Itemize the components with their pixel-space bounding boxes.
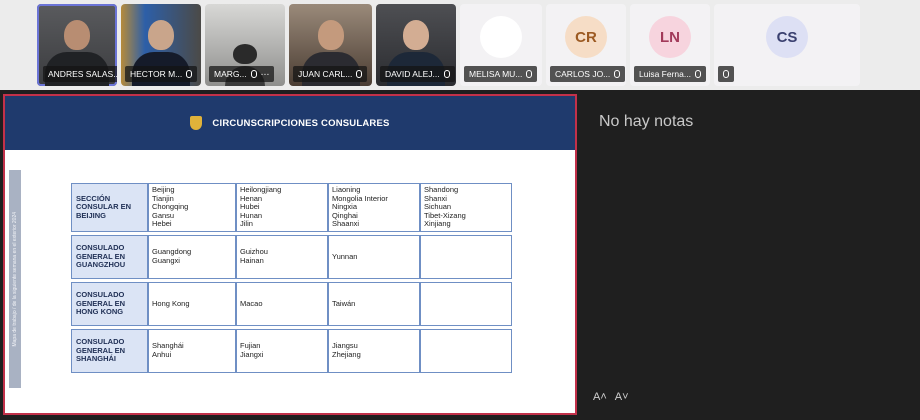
row-label: SECCIÓN CONSULAR EN BEIJING xyxy=(71,183,148,232)
mic-muted-icon xyxy=(526,70,533,78)
row-label: CONSULADO GENERAL EN SHANGHÁI xyxy=(71,328,148,373)
mic-muted-icon xyxy=(356,70,363,78)
table-cell: Shandong Shanxi Sichuan Tibet-Xizang Xin… xyxy=(420,183,512,232)
table-row: CONSULADO GENERAL EN SHANGHÁI Shanghái A… xyxy=(71,328,512,373)
table-row: SECCIÓN CONSULAR EN BEIJING Beijing Tian… xyxy=(71,183,512,232)
table-cell: Liaoning Mongolia Interior Ningxia Qingh… xyxy=(328,183,420,232)
avatar-initials: CS xyxy=(776,28,798,46)
font-size-controls: A˄ A˅ xyxy=(593,391,629,403)
table-cell: Beijing Tianjin Chongqing Gansu Hebei xyxy=(148,183,236,232)
participant-name: Luisa Ferna... xyxy=(639,69,691,79)
participant-tile[interactable]: MARG... ⋯ xyxy=(205,4,285,86)
avatar-initials: CR xyxy=(575,28,597,46)
table-cell: Yunnan xyxy=(328,234,420,279)
slide-side-tab: Mapa de trabajo / de la siguiente semana… xyxy=(9,170,21,388)
mic-muted-icon xyxy=(694,70,701,78)
mic-muted-icon xyxy=(250,70,257,78)
notes-empty-message: No hay notas xyxy=(599,113,694,130)
table-cell: Heilongjiang Henan Hubei Hunan Jilin xyxy=(236,183,328,232)
row-label: CONSULADO GENERAL EN GUANGZHOU xyxy=(71,234,148,279)
participant-tile[interactable]: CR CARLOS JO... xyxy=(546,4,626,86)
table-row: CONSULADO GENERAL EN HONG KONG Hong Kong… xyxy=(71,281,512,326)
mic-muted-icon xyxy=(723,70,729,78)
avatar xyxy=(480,16,522,58)
avatar: LN xyxy=(649,16,691,58)
participant-name: ANDRES SALAS... xyxy=(48,69,117,79)
consular-table: SECCIÓN CONSULAR EN BEIJING Beijing Tian… xyxy=(71,180,512,376)
table-cell: Shanghái Anhui xyxy=(148,328,236,373)
mic-muted-icon xyxy=(443,70,450,78)
participant-name: JUAN CARL... xyxy=(298,69,353,79)
table-cell xyxy=(420,328,512,373)
table-cell: Taiwán xyxy=(328,281,420,326)
table-cell: Guizhou Hainan xyxy=(236,234,328,279)
participant-name: MARG... xyxy=(214,69,247,79)
participant-tile[interactable]: MELISA MU... xyxy=(460,4,542,86)
decrease-font-button[interactable]: A˄ xyxy=(593,391,607,403)
more-icon[interactable]: ⋯ xyxy=(261,66,270,82)
participant-name: DAVID ALEJ... xyxy=(385,69,440,79)
table-cell: Hong Kong xyxy=(148,281,236,326)
participant-tile[interactable]: CS xyxy=(714,4,860,86)
coat-of-arms-icon xyxy=(190,116,203,130)
participant-tile[interactable]: DAVID ALEJ... xyxy=(376,4,456,86)
mic-muted-icon xyxy=(614,70,621,78)
participant-tile[interactable]: HECTOR M... xyxy=(121,4,201,86)
avatar-initials: LN xyxy=(660,28,680,46)
participant-name: MELISA MU... xyxy=(469,69,523,79)
table-cell xyxy=(420,281,512,326)
participant-tile[interactable]: JUAN CARL... xyxy=(289,4,372,86)
participant-name: CARLOS JO... xyxy=(555,69,611,79)
slide-title: CIRCUNSCRIPCIONES CONSULARES xyxy=(212,117,390,129)
table-row: CONSULADO GENERAL EN GUANGZHOU Guangdong… xyxy=(71,234,512,279)
shared-presentation: CIRCUNSCRIPCIONES CONSULARES Mapa de tra… xyxy=(3,94,577,415)
table-cell: Macao xyxy=(236,281,328,326)
increase-font-button[interactable]: A˅ xyxy=(615,391,629,403)
side-note: Mapa de trabajo / de la siguiente semana… xyxy=(12,211,18,347)
participant-tile[interactable]: LN Luisa Ferna... xyxy=(630,4,710,86)
mic-muted-icon xyxy=(186,70,193,78)
table-cell: Fujian Jiangxi xyxy=(236,328,328,373)
table-cell xyxy=(420,234,512,279)
participant-name: HECTOR M... xyxy=(130,69,183,79)
avatar: CS xyxy=(766,16,808,58)
table-cell: Guangdong Guangxi xyxy=(148,234,236,279)
row-label: CONSULADO GENERAL EN HONG KONG xyxy=(71,281,148,326)
table-cell: Jiangsu Zhejiang xyxy=(328,328,420,373)
participant-tile[interactable]: ANDRES SALAS... xyxy=(37,4,117,86)
participant-strip: ANDRES SALAS... HECTOR M... MARG... ⋯ JU… xyxy=(0,0,920,90)
avatar: CR xyxy=(565,16,607,58)
slide-header: CIRCUNSCRIPCIONES CONSULARES xyxy=(5,96,575,150)
